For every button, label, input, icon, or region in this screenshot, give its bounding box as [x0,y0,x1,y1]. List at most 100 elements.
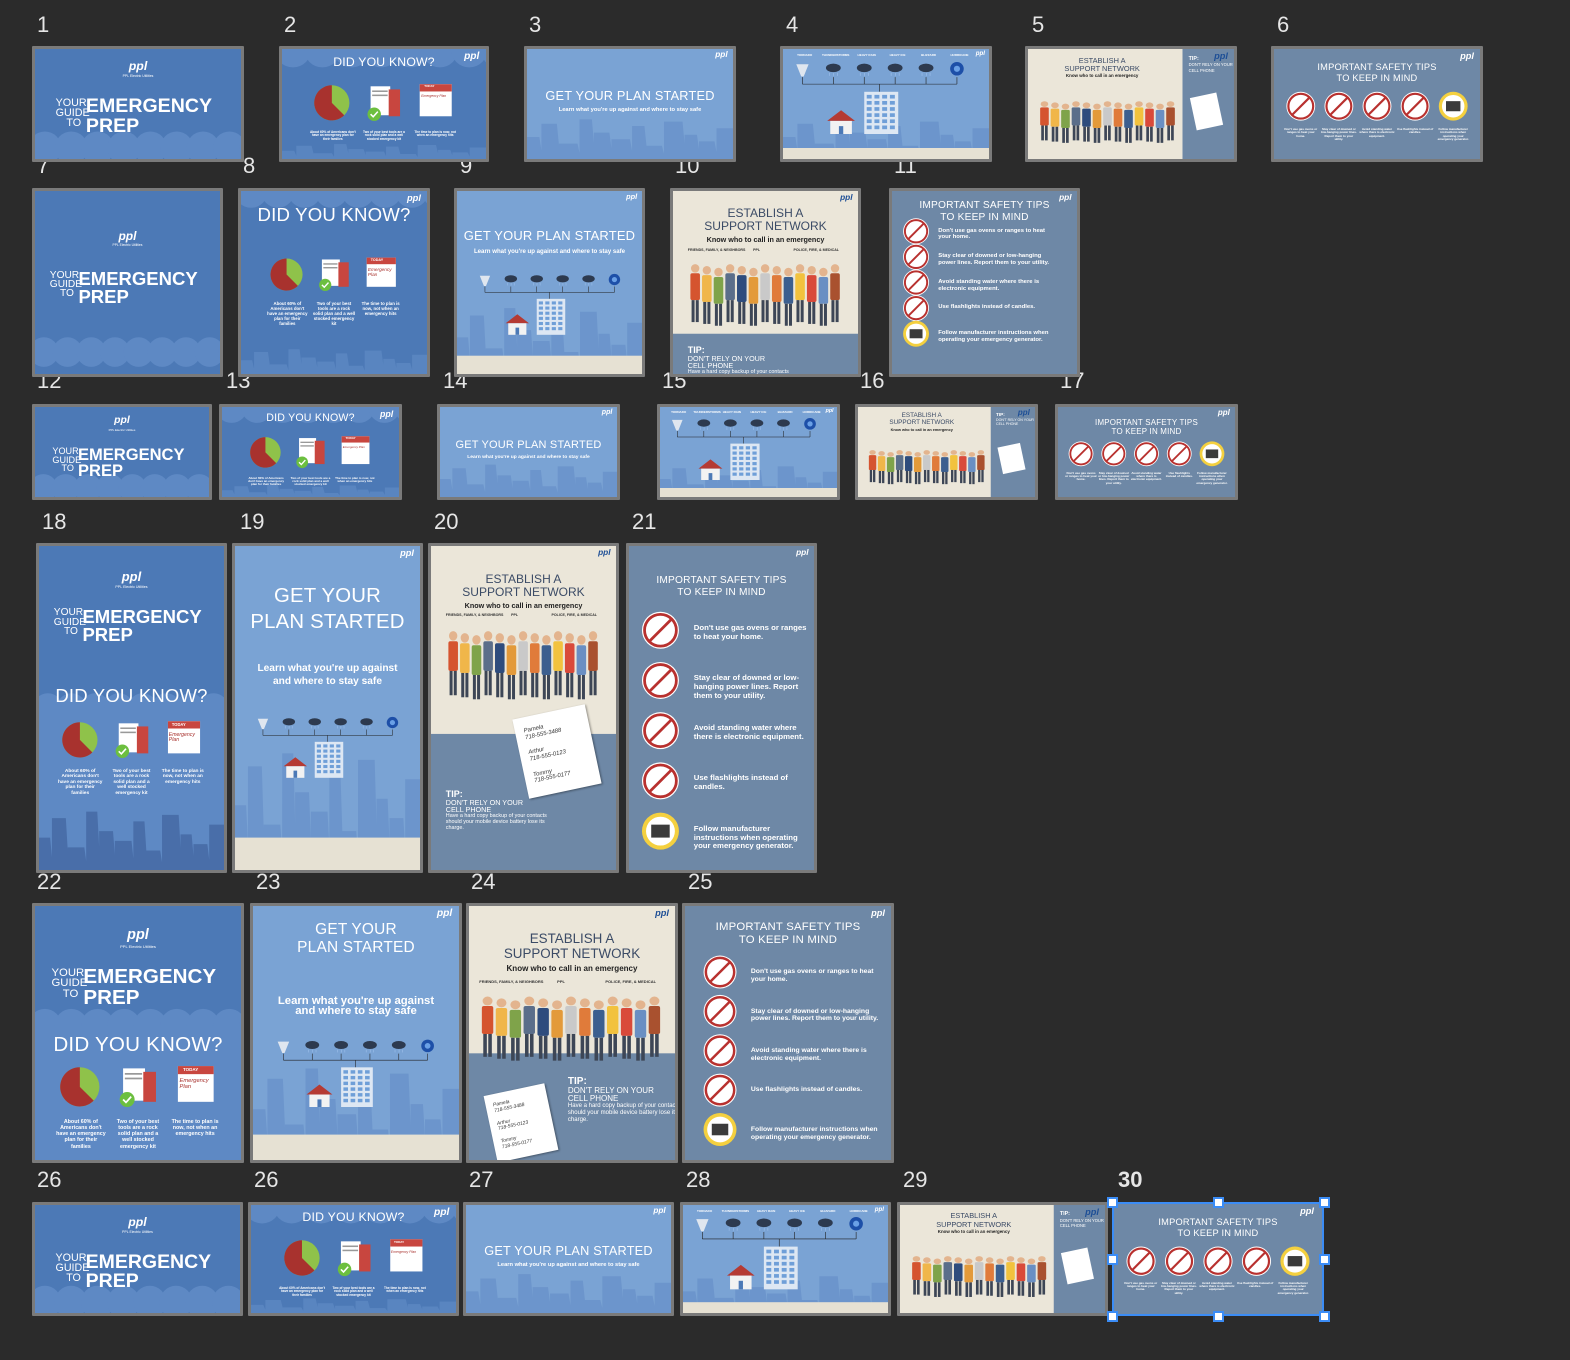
safety-tip-text: Stay clear of downed or low-hanging powe… [750,1007,879,1023]
support-group-label: PPL [557,979,565,985]
slide-artwork: GET YOUR PLAN STARTED Learn what you're u… [466,1205,671,1313]
slide-thumbnail-2[interactable]: DID YOU KNOW? TODAY Emergency Plan About 60… [279,46,489,162]
slide-thumbnail-14[interactable]: GET YOUR PLAN STARTED Learn what you're u… [437,404,620,500]
safety-tip-text: Avoid standing water where there is elec… [938,278,1040,292]
dyk-fact: The time to plan is now, not when an eme… [161,768,204,785]
ppl-corner-logo: ppl [715,50,728,60]
slide-thumbnail-30[interactable]: IMPORTANT SAFETY TIPS TO KEEP IN MIND Don'… [1112,1202,1324,1316]
plan-subtitle: and where to stay safe [295,1005,417,1018]
safety-tip-text: Don't use gas ovens or ranges to heat yo… [938,227,1046,241]
slide-thumbnail-1[interactable]: ppl PPL Electric Utilities YOUR GUIDE TO EMER… [32,46,244,162]
cover-emergency: EMERGENCY [83,964,217,988]
calendar-today-label: TODAY [345,436,356,441]
slide-thumbnail-21[interactable]: IMPORTANT SAFETY TIPS TO KEEP IN MIND Don'… [626,543,817,873]
slide-artwork: ppl PPL Electric Utilities YOUR GUIDE TO EMER… [35,191,220,374]
support-title: SUPPORT NETWORK [503,946,641,962]
plan-subtitle: Learn what you're up against and where t… [473,247,626,255]
slide-thumbnail-17[interactable]: IMPORTANT SAFETY TIPS TO KEEP IN MIND Don'… [1055,404,1238,500]
slide-thumbnail-11[interactable]: IMPORTANT SAFETY TIPS TO KEEP IN MIND Don'… [889,188,1080,377]
selection-resize-handle[interactable] [1106,1196,1118,1208]
slide-artwork: ESTABLISH A SUPPORT NETWORK Know who to ca… [858,407,1035,497]
frame-number: 19 [240,509,265,534]
slide-thumbnail-6[interactable]: IMPORTANT SAFETY TIPS TO KEEP IN MIND Don'… [1271,46,1483,162]
dyk-title: DID YOU KNOW? [53,1033,223,1056]
slide-thumbnail-22[interactable]: ppl PPL Electric Utilities YOUR GUIDE TO EMER… [32,903,244,1163]
plan-title: GET YOUR PLAN STARTED [463,227,636,243]
plan-title: PLAN STARTED [250,610,405,633]
slide-thumbnail-19[interactable]: GET YOUR PLAN STARTED Learn what you're up… [232,543,423,873]
tip-label: TIP: [1188,55,1199,62]
slide-artwork: DID YOU KNOW? TODAY Emergency Plan About 60… [241,191,427,374]
selection-resize-handle[interactable] [1212,1196,1224,1208]
ppl-corner-logo: ppl [601,408,613,417]
slide-thumbnail-23[interactable]: GET YOUR PLAN STARTED Learn what you're up… [250,903,462,1163]
cover-to: TO [59,288,74,300]
selection-resize-handle[interactable] [1106,1310,1118,1322]
safety-tip-text: Stay clear of downed or low-hanging powe… [1098,470,1130,485]
dyk-fact: The time to plan is now, not when an eme… [414,129,456,138]
selection-resize-handle[interactable] [1106,1253,1118,1265]
dyk-fact: About 60% of Americans don't have an eme… [57,768,103,796]
hazard-label: THUNDERSTORMS [821,52,850,57]
dyk-fact: About 60% of Americans don't have an eme… [56,1118,106,1150]
ppl-company-name: PPL Electric Utilities [122,73,154,78]
selection-resize-handle[interactable] [1318,1310,1330,1322]
support-title: ESTABLISH A [485,571,562,586]
slide-artwork: ppl PPL Electric Utilities YOUR GUIDE TO EMER… [35,906,241,1160]
slide-thumbnail-3[interactable]: GET YOUR PLAN STARTED Learn what you're u… [524,46,736,162]
slide-thumbnail-4[interactable]: TORNADO THUNDERSTORMS HEAVY RAIN HEAVY ICE B… [780,46,992,162]
support-group-label: POLICE, FIRE, & MEDICAL [605,979,657,985]
support-subtitle: Know who to call in an emergency [506,963,638,973]
slide-thumbnail-25[interactable]: IMPORTANT SAFETY TIPS TO KEEP IN MIND Don'… [682,903,894,1163]
dyk-title: DID YOU KNOW? [333,54,435,69]
selection-resize-handle[interactable] [1212,1310,1224,1322]
hazard-label: THUNDERSTORMS [721,1208,750,1213]
contact-notepad: Pamela 718-555-3488 Arthur 718-555-0123 Tomm… [483,1083,558,1160]
slide-artwork: ppl PPL Electric Utilities YOUR GUIDE TO EMER… [39,546,224,870]
hazard-label: BLIZZARD [820,1208,836,1213]
slide-thumbnail-7[interactable]: ppl PPL Electric Utilities YOUR GUIDE TO EMER… [32,188,223,377]
frame-number: 24 [471,869,496,894]
plan-title: PLAN STARTED [297,939,415,957]
hazard-label: BLIZZARD [777,410,793,415]
ppl-logo: ppl [128,1214,147,1229]
contact-notepad [997,442,1026,474]
slide-thumbnail-27[interactable]: GET YOUR PLAN STARTED Learn what you're u… [463,1202,674,1316]
slide-thumbnail-28[interactable]: TORNADO THUNDERSTORMS HEAVY RAIN HEAVY ICE B… [680,1202,891,1316]
support-title: SUPPORT NETWORK [889,419,955,427]
selection-resize-handle[interactable] [1318,1253,1330,1265]
slide-thumbnail-26[interactable]: ppl PPL Electric Utilities YOUR GUIDE TO EMER… [32,1202,243,1316]
slide-artwork: GET YOUR PLAN STARTED Learn what you're up… [253,906,459,1160]
ppl-corner-logo: ppl [379,408,394,419]
ppl-corner-logo: ppl [1085,1206,1099,1217]
safety-tip-text: Use flashlights instead of candles. [1236,1280,1274,1289]
slide-thumbnail-8[interactable]: DID YOU KNOW? TODAY Emergency Plan About 60… [238,188,430,377]
slide-thumbnail-12[interactable]: ppl PPL Electric Utilities YOUR GUIDE TO EMER… [32,404,212,500]
support-title: SUPPORT NETWORK [462,585,585,600]
slide-thumbnail-18[interactable]: ppl PPL Electric Utilities YOUR GUIDE TO EMER… [36,543,227,873]
ppl-corner-logo: ppl [871,907,885,918]
slide-artwork: DID YOU KNOW? TODAY Emergency Plan About 60… [251,1205,456,1313]
slide-thumbnail-16[interactable]: ESTABLISH A SUPPORT NETWORK Know who to ca… [855,404,1038,500]
slide-thumbnail-29[interactable]: ESTABLISH A SUPPORT NETWORK Know who to ca… [897,1202,1108,1316]
dyk-fact: About 60% of Americans don't have an eme… [309,129,356,142]
selection-resize-handle[interactable] [1318,1196,1330,1208]
slide-thumbnail-20[interactable]: ESTABLISH A SUPPORT NETWORK Know who to ca… [428,543,619,873]
slide-thumbnail-26[interactable]: DID YOU KNOW? TODAY Emergency Plan About 60… [248,1202,459,1316]
frame-number: 21 [632,509,657,534]
cover-to: TO [61,462,74,473]
slide-thumbnail-5[interactable]: ESTABLISH A SUPPORT NETWORK Know who to ca… [1025,46,1237,162]
ppl-corner-logo: ppl [1217,408,1230,418]
hazard-label: TORNADO [671,410,687,415]
slide-artwork: TORNADO THUNDERSTORMS HEAVY RAIN HEAVY ICE B… [683,1205,888,1313]
cover-prep: PREP [83,985,140,1009]
slide-thumbnail-9[interactable]: GET YOUR PLAN STARTED Learn what you're u… [454,188,645,377]
dyk-fact: The time to plan is now, not when an eme… [361,300,400,316]
slide-thumbnail-24[interactable]: ESTABLISH A SUPPORT NETWORK Know who to ca… [466,903,678,1163]
slide-thumbnail-13[interactable]: DID YOU KNOW? TODAY Emergency Plan About 60… [219,404,402,500]
slide-thumbnail-15[interactable]: TORNADO THUNDERSTORMS HEAVY RAIN HEAVY ICE B… [657,404,840,500]
dyk-fact: About 60% of Americans don't have an eme… [248,475,285,487]
slide-artwork: DID YOU KNOW? TODAY Emergency Plan About 60… [222,407,399,497]
slide-thumbnail-10[interactable]: ESTABLISH A SUPPORT NETWORK Know who to ca… [670,188,861,377]
support-group-label: FRIENDS, FAMILY, & NEIGHBORS [479,979,544,985]
